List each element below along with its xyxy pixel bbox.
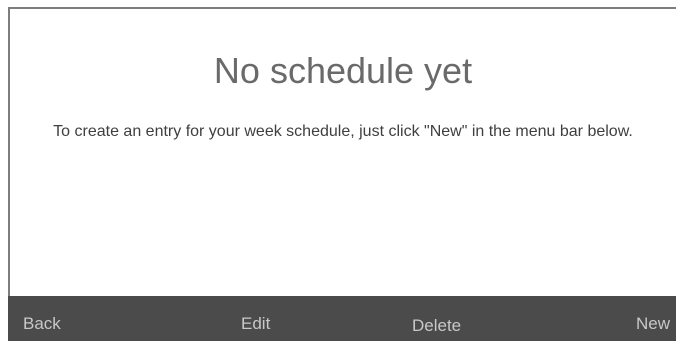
back-button[interactable]: Back [23,314,61,334]
empty-schedule-panel: No schedule yet To create an entry for y… [10,9,676,296]
edit-button[interactable]: Edit [241,314,270,334]
schedule-screen: No schedule yet To create an entry for y… [0,0,676,341]
delete-button[interactable]: Delete [412,316,461,336]
empty-state-message: To create an entry for your week schedul… [53,123,633,140]
new-button[interactable]: New [636,314,670,334]
bottom-menu-bar: Back Edit Delete New [8,296,676,341]
empty-state-title: No schedule yet [213,50,473,91]
